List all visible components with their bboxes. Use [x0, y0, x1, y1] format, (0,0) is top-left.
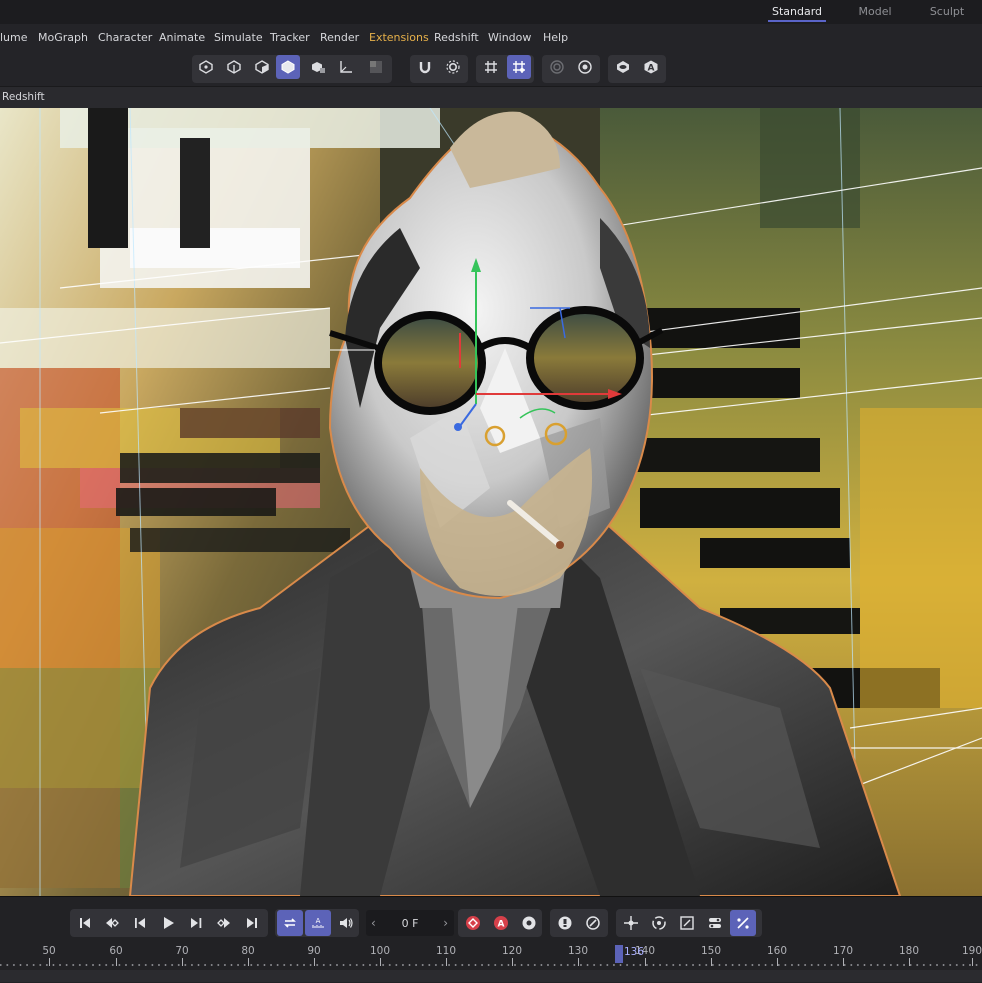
- render-settings-icon[interactable]: [573, 55, 597, 79]
- keyframe-selection-icon[interactable]: [580, 910, 606, 936]
- rotate-key-icon[interactable]: [646, 910, 672, 936]
- tick-label: 50: [42, 945, 56, 957]
- playhead-frame-label: 136: [624, 946, 645, 958]
- snap-grid-icon[interactable]: [507, 55, 531, 79]
- tick-label: 170: [832, 945, 854, 957]
- tick-label: 120: [501, 945, 523, 957]
- go-to-end-icon[interactable]: [239, 910, 265, 936]
- svg-text:A: A: [498, 920, 505, 930]
- grid-icon[interactable]: [479, 55, 503, 79]
- frame-decrement-icon[interactable]: ‹: [371, 910, 376, 936]
- scale-key-icon[interactable]: [674, 910, 700, 936]
- param-key-icon[interactable]: [702, 910, 728, 936]
- render-region-icon[interactable]: [364, 55, 388, 79]
- layout-tab-sculpt[interactable]: Sculpt: [924, 0, 970, 24]
- layout-tab-model[interactable]: Model: [852, 0, 898, 24]
- viewport[interactable]: [0, 108, 982, 896]
- prev-key-icon[interactable]: [99, 910, 125, 936]
- layout-bar: Standard Model Sculpt: [0, 0, 982, 24]
- object-mode-icon[interactable]: [306, 55, 330, 79]
- axis-icon[interactable]: [334, 55, 358, 79]
- tick-label: 90: [307, 945, 321, 957]
- menu-bar: lume MoGraph Character Animate Simulate …: [0, 24, 982, 52]
- toolbar: A: [0, 52, 982, 86]
- prev-frame-icon[interactable]: [127, 910, 153, 936]
- menu-character[interactable]: Character: [98, 24, 152, 52]
- svg-text:A: A: [648, 64, 655, 74]
- cube-icon[interactable]: [250, 55, 274, 79]
- tick-label: 190: [961, 945, 982, 957]
- menu-tracker[interactable]: Tracker: [270, 24, 310, 52]
- move-key-icon[interactable]: [618, 910, 644, 936]
- tick-label: 130: [567, 945, 589, 957]
- ruler-minor-ticks: [0, 962, 982, 968]
- model-mode-icon[interactable]: [276, 55, 300, 79]
- record-icon[interactable]: [460, 910, 486, 936]
- go-to-start-icon[interactable]: [72, 910, 98, 936]
- tick-label: 110: [435, 945, 457, 957]
- viewport-header: Redshift: [0, 86, 982, 109]
- next-frame-icon[interactable]: [183, 910, 209, 936]
- autokey-icon[interactable]: A: [488, 910, 514, 936]
- magnet-icon[interactable]: [413, 55, 437, 79]
- play-icon[interactable]: [155, 910, 181, 936]
- svg-text:A: A: [316, 917, 321, 925]
- menu-render[interactable]: Render: [320, 24, 359, 52]
- tick-label: 100: [369, 945, 391, 957]
- tick-label: 60: [109, 945, 123, 957]
- menu-help[interactable]: Help: [543, 24, 568, 52]
- keyframe-icon[interactable]: [552, 910, 578, 936]
- sequence-icon[interactable]: A: [305, 910, 331, 936]
- viewport-scene: [0, 108, 982, 896]
- target-icon[interactable]: [545, 55, 569, 79]
- tick-label: 180: [898, 945, 920, 957]
- layout-tab-standard[interactable]: Standard: [768, 0, 826, 24]
- menu-animate[interactable]: Animate: [159, 24, 205, 52]
- current-frame-input[interactable]: [382, 913, 438, 933]
- tick-label: 70: [175, 945, 189, 957]
- playhead[interactable]: [615, 945, 623, 963]
- frame-field[interactable]: ‹ ›: [366, 910, 454, 936]
- menu-redshift[interactable]: Redshift: [434, 24, 479, 52]
- tick-label: 80: [241, 945, 255, 957]
- loop-icon[interactable]: [277, 910, 303, 936]
- keyframe-settings-icon[interactable]: [516, 910, 542, 936]
- spline-pen-icon[interactable]: [222, 55, 246, 79]
- menu-simulate[interactable]: Simulate: [214, 24, 263, 52]
- viewport-renderer-label[interactable]: Redshift: [2, 87, 45, 108]
- menu-volume[interactable]: lume: [0, 24, 28, 52]
- menu-extensions[interactable]: Extensions: [369, 24, 429, 52]
- tick-label: 160: [766, 945, 788, 957]
- gear-pin-icon[interactable]: [441, 55, 465, 79]
- menu-window[interactable]: Window: [488, 24, 531, 52]
- frame-increment-icon[interactable]: ›: [443, 910, 448, 936]
- text-a-icon[interactable]: A: [639, 55, 663, 79]
- tick-label: 150: [700, 945, 722, 957]
- status-strip: [0, 970, 982, 982]
- menu-mograph[interactable]: MoGraph: [38, 24, 88, 52]
- null-object-icon[interactable]: [194, 55, 218, 79]
- eye-icon[interactable]: [611, 55, 635, 79]
- next-key-icon[interactable]: [211, 910, 237, 936]
- pla-key-icon[interactable]: [730, 910, 756, 936]
- sound-icon[interactable]: [333, 910, 359, 936]
